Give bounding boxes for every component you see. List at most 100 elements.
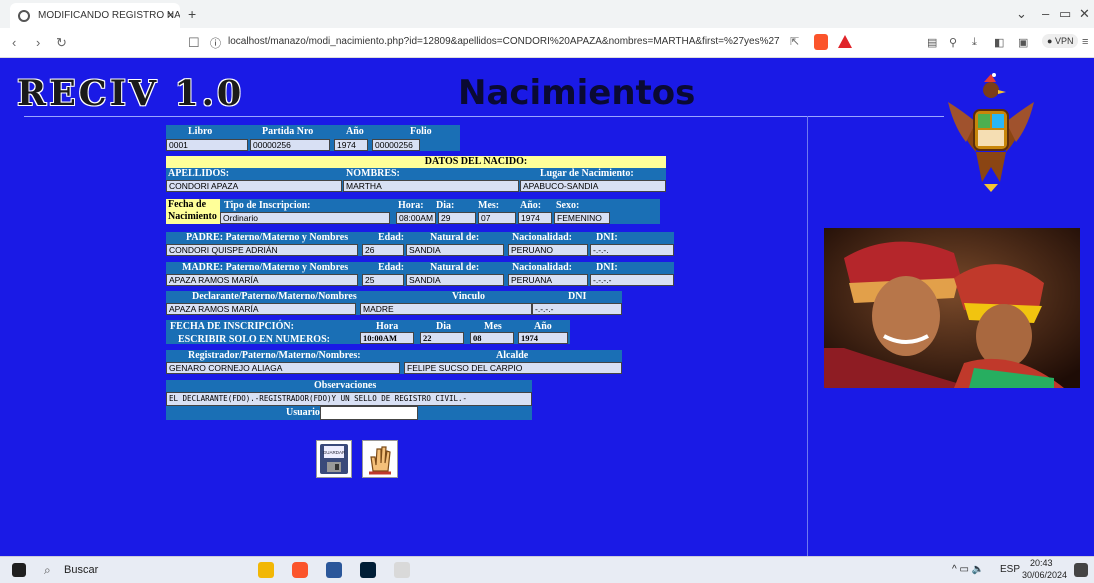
app-icon[interactable]: [394, 562, 410, 578]
site-info-icon[interactable]: ⓘ: [210, 35, 221, 51]
insc-dia-field[interactable]: 22: [420, 332, 464, 344]
registrador-row: GENARO CORNEJO ALIAGA FELIPE SUCSO DEL C…: [166, 362, 622, 374]
partida-field[interactable]: 00000256: [250, 139, 330, 151]
folio-header: Folio: [410, 126, 432, 137]
padre-nacionalidad-field[interactable]: PERUANO: [508, 244, 588, 256]
madre-dni-field[interactable]: -.-.-.-: [590, 274, 674, 286]
forward-icon[interactable]: ›: [36, 35, 40, 50]
reader-icon[interactable]: ▤: [927, 36, 937, 49]
brave-rewards-icon[interactable]: [838, 35, 852, 48]
madre-header-bar: MADRE: Paterno/Materno y Nombres Edad: N…: [166, 262, 674, 274]
madre-nacionalidad-header: Nacionalidad:: [512, 262, 573, 273]
anio-nac-field[interactable]: 1974: [518, 212, 552, 224]
alcalde-field[interactable]: FELIPE SUCSO DEL CARPIO: [404, 362, 622, 374]
madre-nacionalidad-field[interactable]: PERUANA: [508, 274, 588, 286]
brave-shields-icon[interactable]: [814, 34, 828, 50]
tab-title: MODIFICANDO REGISTRO NACI: [38, 10, 180, 21]
libro-row: 0001 00000256 1974 00000256: [166, 139, 460, 151]
clock-time[interactable]: 20:43: [1030, 558, 1053, 568]
inscripcion-header-bar: FECHA DE INSCRIPCIÓN: ESCRIBIR SOLO EN N…: [166, 320, 570, 345]
address-bar-row: ‹ › ↻ ☐ ⓘ localhost/manazo/modi_nacimien…: [0, 28, 1094, 58]
fecha-header-bar: Tipo de Inscripcion: Hora: Dia: Mes: Año…: [220, 199, 660, 212]
eagle-emblem-icon: [948, 73, 1034, 192]
insc-mes-field[interactable]: 08: [470, 332, 514, 344]
windows-start-icon[interactable]: [12, 563, 26, 577]
padre-row: CONDORI QUISPE ADRIÁN 26 SANDIA PERUANO …: [166, 244, 674, 256]
page-body: RECIV 1.0 Nacimientos Libro Partida Nro …: [0, 58, 1094, 556]
fecha-row: Ordinario 08:00AM 29 07 1974 FEMENINO: [220, 212, 660, 224]
close-tab-icon[interactable]: ×: [167, 8, 174, 22]
hora-field[interactable]: 08:00AM: [396, 212, 436, 224]
vpn-label: VPN: [1054, 36, 1074, 46]
notification-icon[interactable]: [1074, 563, 1088, 577]
usuario-input[interactable]: [320, 406, 418, 420]
insc-anio-field[interactable]: 1974: [518, 332, 568, 344]
brave-browser-icon[interactable]: [292, 562, 308, 578]
clock-date[interactable]: 30/06/2024: [1022, 570, 1067, 580]
padre-field[interactable]: CONDORI QUISPE ADRIÁN: [166, 244, 358, 256]
madre-row: APAZA RAMOS MARÍA 25 SANDIA PERUANA -.-.…: [166, 274, 674, 286]
vpn-button[interactable]: ● VPN: [1042, 34, 1079, 48]
sidebar-icon[interactable]: ◧: [994, 36, 1004, 49]
file-explorer-icon[interactable]: [258, 562, 274, 578]
insc-hora-field[interactable]: 10:00AM: [360, 332, 414, 344]
vinculo-field[interactable]: MADRE: [360, 303, 532, 315]
declarante-dni-header: DNI: [568, 291, 587, 302]
dia-field[interactable]: 29: [438, 212, 476, 224]
extensions-icon[interactable]: ⚲: [949, 36, 957, 49]
padre-edad-field[interactable]: 26: [362, 244, 404, 256]
nacido-header-bar: APELLIDOS: NOMBRES: Lugar de Nacimiento:: [166, 168, 666, 180]
padre-dni-field[interactable]: -.-.-.: [590, 244, 674, 256]
word-icon[interactable]: [326, 562, 342, 578]
sexo-field[interactable]: FEMENINO: [554, 212, 610, 224]
apellidos-field[interactable]: CONDORI APAZA: [166, 180, 342, 192]
new-tab-icon[interactable]: +: [188, 6, 196, 22]
alcalde-header: Alcalde: [496, 350, 529, 361]
close-window-icon[interactable]: ✕: [1079, 6, 1090, 22]
observaciones-header-bar: Observaciones: [166, 380, 532, 392]
restore-icon[interactable]: ▭: [1059, 6, 1071, 22]
observaciones-row: EL DECLARANTE(FDO).-REGISTRADOR(FDO)Y UN…: [166, 392, 532, 406]
wallet-icon[interactable]: ▣: [1018, 36, 1028, 49]
registrador-field[interactable]: GENARO CORNEJO ALIAGA: [166, 362, 400, 374]
lugar-field[interactable]: APABUCO-SANDIA: [520, 180, 666, 192]
madre-natural-field[interactable]: SANDIA: [406, 274, 504, 286]
padre-header: PADRE: Paterno/Materno y Nombres: [186, 232, 349, 243]
declarante-field[interactable]: APAZA RAMOS MARÍA: [166, 303, 356, 315]
divider: [24, 116, 944, 117]
browser-tab[interactable]: MODIFICANDO REGISTRO NACI ×: [10, 3, 180, 28]
photo-image: [824, 228, 1080, 388]
libro-field[interactable]: 0001: [166, 139, 248, 151]
back-icon[interactable]: ‹: [12, 35, 16, 50]
tray-icons[interactable]: ^ ▭ 🔈: [952, 564, 984, 575]
bookmark-icon[interactable]: ☐: [188, 35, 200, 51]
download-icon[interactable]: ⤓: [972, 36, 977, 49]
madre-field[interactable]: APAZA RAMOS MARÍA: [166, 274, 358, 286]
observaciones-textarea[interactable]: EL DECLARANTE(FDO).-REGISTRADOR(FDO)Y UN…: [166, 392, 532, 406]
madre-edad-field[interactable]: 25: [362, 274, 404, 286]
save-button[interactable]: GUARDAR: [316, 440, 352, 478]
taskbar-search-label[interactable]: Buscar: [64, 564, 98, 576]
reload-icon[interactable]: ↻: [56, 35, 67, 51]
browser-tabbar: MODIFICANDO REGISTRO NACI × + ⌄ – ▭ ✕: [0, 0, 1094, 28]
padre-natural-field[interactable]: SANDIA: [406, 244, 504, 256]
usuario-label: Usuario:: [286, 407, 324, 418]
search-icon[interactable]: ⌕: [44, 563, 51, 578]
declarante-row: APAZA RAMOS MARÍA MADRE -.-.-.-: [166, 303, 622, 315]
libro-header-bar: Libro Partida Nro Año Folio: [166, 125, 460, 139]
photoshop-icon[interactable]: [360, 562, 376, 578]
back-hand-button[interactable]: [362, 440, 398, 478]
minimize-icon[interactable]: –: [1042, 6, 1049, 21]
share-icon[interactable]: ⇱: [790, 35, 799, 48]
anio-field[interactable]: 1974: [334, 139, 368, 151]
menu-icon[interactable]: ≡: [1082, 36, 1088, 48]
language-indicator[interactable]: ESP: [1000, 564, 1020, 575]
url-text[interactable]: localhost/manazo/modi_nacimiento.php?id=…: [228, 36, 780, 47]
declarante-dni-field[interactable]: -.-.-.-: [532, 303, 622, 315]
chevron-down-icon[interactable]: ⌄: [1016, 6, 1027, 22]
padre-edad-header: Edad:: [378, 232, 405, 243]
nombres-field[interactable]: MARTHA: [343, 180, 519, 192]
folio-field[interactable]: 00000256: [372, 139, 420, 151]
tipo-field[interactable]: Ordinario: [220, 212, 390, 224]
mes-field[interactable]: 07: [478, 212, 516, 224]
